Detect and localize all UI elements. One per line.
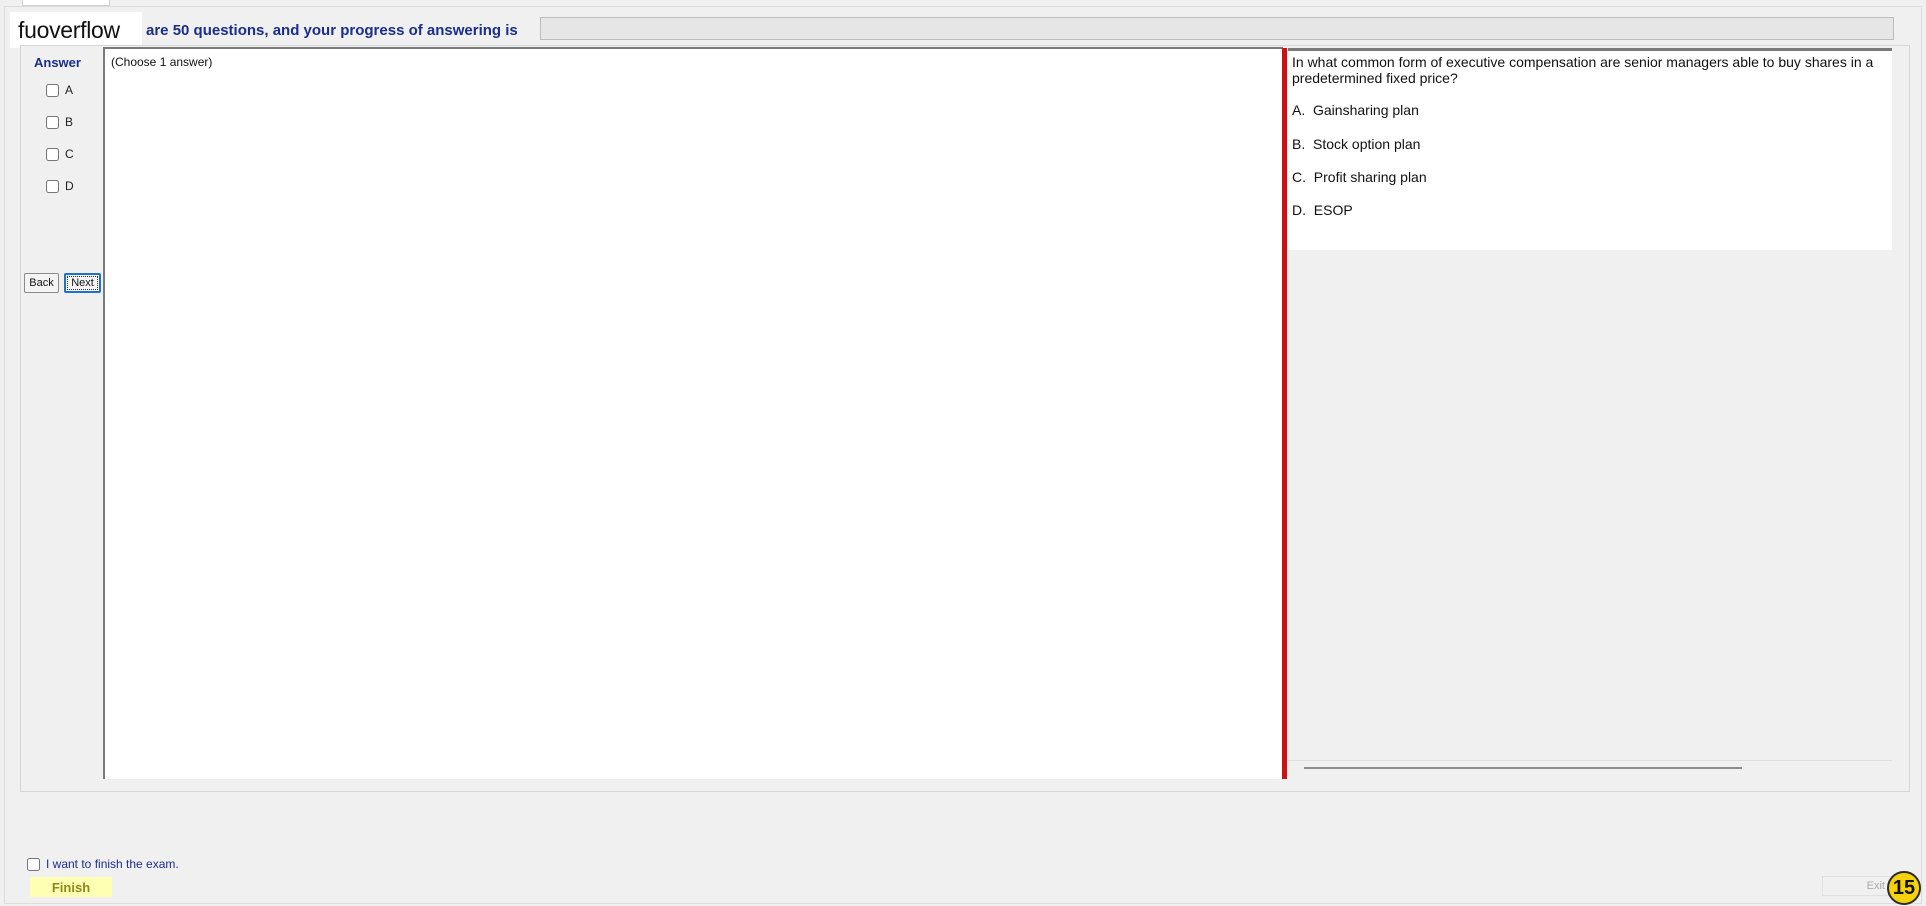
question-panel: In what common form of executive compens… — [1288, 48, 1892, 250]
back-button[interactable]: Back — [24, 273, 59, 293]
question-option-b: B. Stock option plan — [1292, 136, 1421, 152]
answer-checkbox-d[interactable] — [46, 179, 59, 193]
finish-checkbox[interactable] — [27, 857, 40, 871]
answer-checkbox-c[interactable] — [46, 147, 59, 161]
answer-checkbox-b[interactable] — [46, 115, 59, 129]
answer-option-label: B — [65, 115, 74, 129]
answer-option-a[interactable]: A — [46, 82, 73, 98]
answer-option-d[interactable]: D — [46, 178, 74, 194]
question-option-a: A. Gainsharing plan — [1292, 102, 1419, 118]
finish-button[interactable]: Finish — [30, 877, 112, 897]
answer-option-label: A — [65, 83, 74, 97]
progress-bar — [540, 17, 1894, 40]
finish-confirm[interactable]: I want to finish the exam. — [27, 857, 179, 871]
logo-watermark: fuoverflow — [10, 12, 142, 48]
answer-option-c[interactable]: C — [46, 146, 74, 162]
question-number-badge: 15 — [1887, 871, 1921, 905]
next-button[interactable]: Next — [64, 273, 101, 293]
explanation-pane: (Choose 1 answer) — [103, 47, 1283, 779]
scrollbar-track — [1288, 760, 1892, 761]
answer-option-label: D — [65, 179, 74, 193]
question-option-c: C. Profit sharing plan — [1292, 169, 1427, 185]
choose-instruction: (Choose 1 answer) — [111, 55, 213, 69]
progress-label: are 50 questions, and your progress of a… — [146, 22, 518, 39]
answer-option-b[interactable]: B — [46, 114, 73, 130]
answer-checkbox-a[interactable] — [46, 83, 59, 97]
horizontal-scrollbar[interactable] — [1304, 767, 1742, 769]
image-panel — [1288, 250, 1892, 779]
panel-splitter[interactable] — [1282, 48, 1287, 779]
answer-title: Answer — [34, 55, 81, 70]
question-text: In what common form of executive compens… — [1292, 54, 1874, 86]
finish-confirm-label: I want to finish the exam. — [46, 857, 179, 871]
answer-option-label: C — [65, 147, 74, 161]
question-option-d: D. ESOP — [1292, 202, 1353, 218]
